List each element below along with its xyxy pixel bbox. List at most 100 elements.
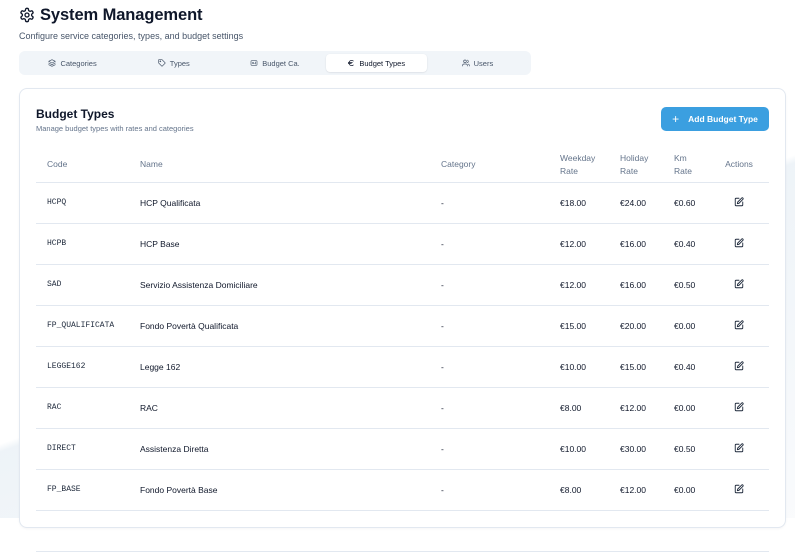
cell-km-rate: €0.60: [663, 182, 709, 224]
col-header-name[interactable]: Name: [129, 148, 430, 183]
table-row[interactable]: [36, 510, 769, 552]
cell-actions: [709, 182, 769, 224]
table-row[interactable]: HCPB HCP Base - €12.00 €16.00 €0.40: [36, 223, 769, 265]
cell-holiday-rate: €24.00: [609, 182, 663, 224]
table-row[interactable]: HCPQ HCP Qualificata - €18.00 €24.00 €0.…: [36, 182, 769, 224]
cell-code: FP_QUALIFICATA: [36, 305, 129, 347]
cell-weekday-rate: €8.00: [549, 387, 609, 429]
page-title: System Management: [40, 5, 203, 24]
cell-actions: [709, 223, 769, 265]
tab-users[interactable]: Users: [427, 54, 528, 72]
cell-code: [36, 510, 129, 552]
cell-holiday-rate: €20.00: [609, 305, 663, 347]
holiday-rate-line2: Rate: [620, 165, 638, 176]
cell-holiday-rate: [609, 510, 663, 552]
edit-icon[interactable]: [734, 196, 744, 207]
cell-name: [129, 510, 430, 552]
layers-icon: [48, 59, 57, 67]
cell-km-rate: [663, 510, 709, 552]
tab-categories[interactable]: Categories: [22, 54, 123, 72]
card-description: Manage budget types with rates and categ…: [36, 124, 194, 133]
edit-icon[interactable]: [734, 237, 744, 248]
tab-categories-label: Categories: [60, 58, 97, 68]
edit-icon[interactable]: [734, 483, 744, 494]
cell-category: -: [430, 428, 549, 470]
cell-weekday-rate: €15.00: [549, 305, 609, 347]
cell-holiday-rate: €12.00: [609, 469, 663, 511]
table-row[interactable]: SAD Servizio Assistenza Domiciliare - €1…: [36, 264, 769, 306]
receipt-icon: [250, 60, 258, 66]
table-row[interactable]: RAC RAC - €8.00 €12.00 €0.00: [36, 387, 769, 429]
cell-holiday-rate: €12.00: [609, 387, 663, 429]
cell-category: -: [430, 387, 549, 429]
table-row[interactable]: FP_BASE Fondo Povertà Base - €8.00 €12.0…: [36, 469, 769, 511]
cell-km-rate: €0.00: [663, 469, 709, 511]
cell-name: Fondo Povertà Base: [129, 469, 430, 511]
cell-weekday-rate: [549, 510, 609, 552]
cell-category: -: [430, 305, 549, 347]
cell-name: Servizio Assistenza Domiciliare: [129, 264, 430, 306]
cell-actions: [709, 346, 769, 388]
tab-types-label: Types: [169, 58, 190, 68]
cell-actions: [709, 428, 769, 470]
cell-holiday-rate: €16.00: [609, 223, 663, 265]
cell-km-rate: €0.50: [663, 264, 709, 306]
cell-name: Legge 162: [129, 346, 430, 388]
card-title: Budget Types: [36, 107, 115, 121]
cell-category: -: [430, 223, 549, 265]
euro-icon: [348, 59, 355, 67]
cell-code: HCPQ: [36, 182, 129, 224]
cell-name: RAC: [129, 387, 430, 429]
cell-actions: [709, 469, 769, 511]
cell-km-rate: €0.40: [663, 346, 709, 388]
budget-types-table: Code Name Category Weekday Rate Holiday Ra…: [36, 148, 769, 552]
budget-types-card: Budget Types Manage budget types with ra…: [19, 88, 786, 552]
cell-actions: [709, 264, 769, 306]
cell-km-rate: €0.00: [663, 305, 709, 347]
table-row[interactable]: FP_QUALIFICATA Fondo Povertà Qualificata…: [36, 305, 769, 347]
col-header-code[interactable]: Code: [36, 148, 129, 183]
edit-icon[interactable]: [734, 278, 744, 289]
table-row[interactable]: DIRECT Assistenza Diretta - €10.00 €30.0…: [36, 428, 769, 470]
col-header-weekday-rate[interactable]: Weekday Rate: [549, 148, 609, 183]
edit-icon[interactable]: [734, 360, 744, 371]
edit-icon[interactable]: [734, 319, 744, 330]
edit-icon[interactable]: [734, 442, 744, 453]
settings-tabs: Categories Types Budget Ca. Budget Types…: [19, 51, 531, 75]
tab-types[interactable]: Types: [123, 54, 224, 72]
cell-category: -: [430, 264, 549, 306]
tab-budget-types-label: Budget Types: [359, 58, 406, 68]
table-row[interactable]: LEGGE162 Legge 162 - €10.00 €15.00 €0.40: [36, 346, 769, 388]
cell-category: -: [430, 182, 549, 224]
cell-name: Assistenza Diretta: [129, 428, 430, 470]
table-header-row: Code Name Category Weekday Rate Holiday Ra…: [36, 148, 769, 183]
cell-code: RAC: [36, 387, 129, 429]
col-header-holiday-rate[interactable]: Holiday Rate: [609, 148, 663, 183]
page-header: System Management Configure service cate…: [19, 4, 243, 42]
cell-actions: [709, 387, 769, 429]
add-budget-type-button[interactable]: + Add Budget Type: [661, 107, 769, 131]
cell-holiday-rate: €16.00: [609, 264, 663, 306]
cell-name: HCP Base: [129, 223, 430, 265]
km-rate-line1: Km: [674, 152, 687, 163]
cell-weekday-rate: €10.00: [549, 428, 609, 470]
tab-budget-categories[interactable]: Budget Ca.: [224, 54, 325, 72]
cell-km-rate: €0.40: [663, 223, 709, 265]
cell-weekday-rate: €12.00: [549, 264, 609, 306]
tab-budget-types[interactable]: Budget Types: [325, 54, 427, 72]
tab-budget-categories-label: Budget Ca.: [262, 58, 300, 68]
users-icon: [461, 59, 470, 67]
col-header-category[interactable]: Category: [430, 148, 549, 183]
col-header-actions: Actions: [709, 148, 769, 183]
cell-name: HCP Qualificata: [129, 182, 430, 224]
cell-actions: [709, 305, 769, 347]
tag-icon: [158, 59, 166, 67]
col-header-km-rate[interactable]: Km Rate: [663, 148, 709, 183]
cell-holiday-rate: €30.00: [609, 428, 663, 470]
edit-icon[interactable]: [734, 401, 744, 412]
system-management-page: System Management Configure service cate…: [0, 0, 795, 552]
cell-weekday-rate: €8.00: [549, 469, 609, 511]
cell-km-rate: €0.50: [663, 428, 709, 470]
cell-weekday-rate: €10.00: [549, 346, 609, 388]
cell-code: DIRECT: [36, 428, 129, 470]
